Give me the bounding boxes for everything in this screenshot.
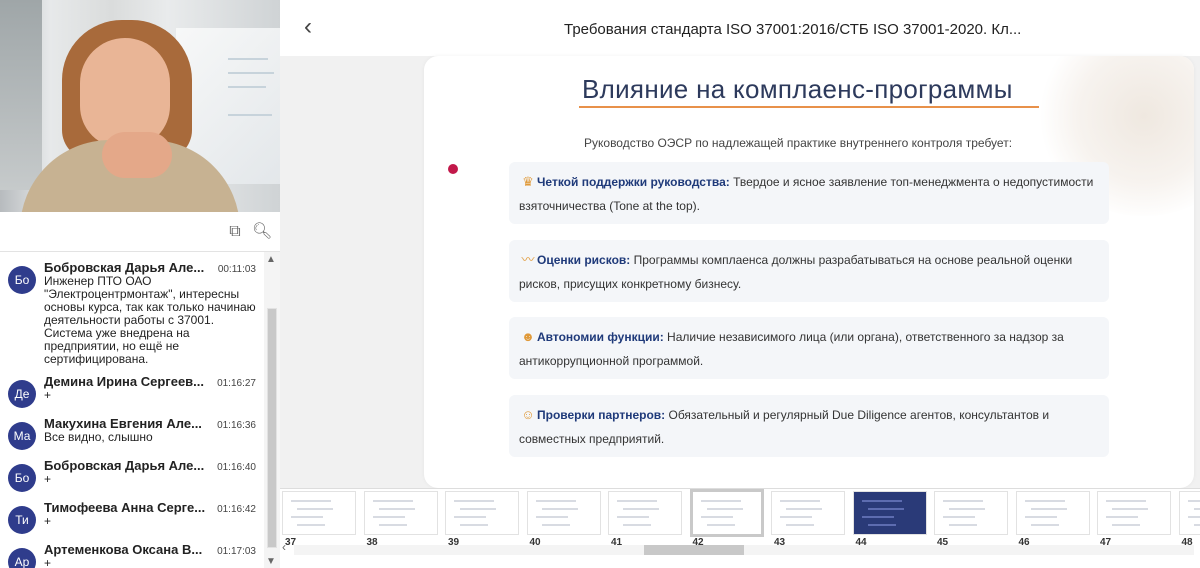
video-window (0, 0, 42, 190)
chat-message-body: Артеменкова Оксана В... 01:17:03 + (44, 542, 256, 568)
chat-message: Де Демина Ирина Сергеев... 01:16:27 + (0, 366, 264, 408)
chat-message-body: Бобровская Дарья Але... 01:16:40 + (44, 458, 256, 492)
slide-thumbnail[interactable] (526, 491, 601, 535)
card-heading: Четкой поддержки руководства: (537, 175, 730, 189)
user-check-icon: ☺ (521, 407, 535, 422)
thumbnails-scrollbar[interactable]: ‹ (280, 540, 1200, 557)
slide-card-leadership: ♛ Четкой поддержки руководства: Твердое и… (509, 162, 1109, 224)
chat-message-header: Тимофеева Анна Серге... 01:16:42 (44, 500, 256, 515)
slide-thumbnail[interactable] (445, 491, 519, 535)
card-heading: Оценки рисков: (537, 253, 631, 267)
scroll-up-icon[interactable]: ▲ (266, 254, 276, 265)
chat-message-header: Артеменкова Оксана В... 01:17:03 (44, 542, 256, 557)
chat-message: Бо Бобровская Дарья Але... 01:16:40 + (0, 450, 264, 492)
avatar: Ма (8, 422, 36, 450)
avatar: Де (8, 380, 36, 408)
chat-message-header: Бобровская Дарья Але... 00:11:03 (44, 260, 256, 275)
avatar: Бо (8, 464, 36, 492)
chat-author: Бобровская Дарья Але... (44, 458, 205, 473)
webcam-video (0, 0, 280, 212)
card-heading: Проверки партнеров: (537, 408, 666, 422)
card-heading: Автономии функции: (537, 330, 664, 344)
chat-message: Ти Тимофеева Анна Серге... 01:16:42 + (0, 492, 264, 534)
main-area: ‹ Требования стандарта ISO 37001:2016/СТ… (280, 0, 1200, 568)
slide-title: Влияние на комплаенс-программы (582, 74, 1013, 104)
chat-message: Ар Артеменкова Оксана В... 01:17:03 + (0, 534, 264, 568)
slide-thumbnail[interactable] (771, 491, 845, 535)
title-underline (579, 106, 1039, 108)
chat-message-text: Инженер ПТО ОАО "Электроцентрмонтаж", ин… (44, 274, 256, 366)
chat-message-body: Тимофеева Анна Серге... 01:16:42 + (44, 500, 256, 534)
chat-scrollbar[interactable]: ▲ ▼ (264, 252, 280, 568)
chat-message-text: + (44, 556, 52, 568)
chat-scroll-thumb[interactable] (267, 308, 277, 548)
slide-thumbnail[interactable] (608, 491, 682, 535)
slide-thumbnail[interactable] (689, 489, 764, 537)
avatar: Бо (8, 266, 36, 294)
back-icon[interactable]: ‹ (304, 15, 312, 39)
slide-thumbnail[interactable] (852, 491, 927, 535)
slide-thumbnail[interactable] (363, 491, 438, 535)
chat-author: Тимофеева Анна Серге... (44, 500, 206, 515)
chat-author: Демина Ирина Сергеев... (44, 374, 205, 389)
chat-message-text: Все видно, слышно (44, 430, 153, 444)
chat-message-body: Демина Ирина Сергеев... 01:16:27 + (44, 374, 256, 408)
chat-timestamp: 01:16:40 (217, 462, 256, 473)
crown-icon: ♛ (522, 174, 534, 189)
left-panel: ⧉ 🔍︎ Бо Бобровская Дарья Але... 00:11:03 Ин… (0, 0, 280, 568)
chat-search-icon[interactable]: 🔍︎ (252, 223, 272, 241)
slide-card-autonomy: ☻ Автономии функции: Наличие независимого… (509, 317, 1109, 379)
slide: Влияние на комплаенс-программы Руководст… (424, 56, 1194, 488)
slide-thumbnail[interactable] (282, 491, 356, 535)
scroll-thumb[interactable] (644, 545, 744, 555)
chat-timestamp: 01:16:42 (217, 504, 256, 515)
slide-thumbnail[interactable] (1178, 491, 1200, 535)
chat-timestamp: 00:11:03 (217, 264, 256, 275)
bullet-dot (448, 164, 458, 174)
avatar: Ар (8, 548, 36, 568)
scroll-left-icon[interactable]: ‹ (282, 540, 286, 554)
chat-message-text: + (44, 514, 52, 528)
chat-message: Ма Макухина Евгения Але... 01:16:36 Все вид… (0, 408, 264, 450)
slide-thumbnail[interactable] (934, 491, 1008, 535)
avatar: Ти (8, 506, 36, 534)
chat-message-header: Макухина Евгения Але... 01:16:36 (44, 416, 256, 431)
slide-thumbnails: 37 38 39 40 41 42 43 44 45 46 47 48 ‹ (280, 488, 1200, 568)
slide-card-partners: ☺ Проверки партнеров: Обязательный и регу… (509, 395, 1109, 457)
chat-author: Бобровская Дарья Але... (44, 260, 205, 275)
slide-card-risk: 〰 Оценки рисков: Программы комплаенса дол… (509, 240, 1109, 302)
chart-line-icon: 〰 (521, 252, 535, 267)
chat-timestamp: 01:17:03 (217, 546, 256, 557)
scroll-down-icon[interactable]: ▼ (266, 556, 276, 567)
copy-icon[interactable]: ⧉ (226, 223, 244, 241)
chat-message-text: + (44, 388, 52, 402)
scroll-track (294, 545, 1194, 555)
slide-thumbnail[interactable] (1097, 491, 1171, 535)
chat-message-body: Бобровская Дарья Але... 00:11:03 Инженер П… (44, 260, 256, 366)
chat-message-header: Бобровская Дарья Але... 01:16:40 (44, 458, 256, 473)
document-title: Требования стандарта ISO 37001:2016/СТБ … (564, 21, 1022, 38)
chat-message-body: Макухина Евгения Але... 01:16:36 Все видно… (44, 416, 256, 450)
slide-subtitle: Руководство ОЭСР по надлежащей практике … (584, 136, 1013, 150)
slide-thumbnail[interactable] (1015, 491, 1090, 535)
chat-message: Бо Бобровская Дарья Але... 00:11:03 Инженер… (0, 252, 264, 366)
chat-toolbar: ⧉ 🔍︎ (0, 212, 280, 252)
chat-message-header: Демина Ирина Сергеев... 01:16:27 (44, 374, 256, 389)
people-icon: ☻ (521, 329, 535, 344)
chat-author: Артеменкова Оксана В... (44, 542, 203, 557)
chat-timestamp: 01:16:36 (217, 420, 256, 431)
top-bar: ‹ Требования стандарта ISO 37001:2016/СТ… (280, 0, 1200, 56)
chat-list: Бо Бобровская Дарья Але... 00:11:03 Инженер… (0, 252, 264, 568)
video-person-hands (102, 132, 172, 178)
chat-author: Макухина Евгения Але... (44, 416, 202, 431)
chat-timestamp: 01:16:27 (217, 378, 256, 389)
chat-message-text: + (44, 472, 52, 486)
